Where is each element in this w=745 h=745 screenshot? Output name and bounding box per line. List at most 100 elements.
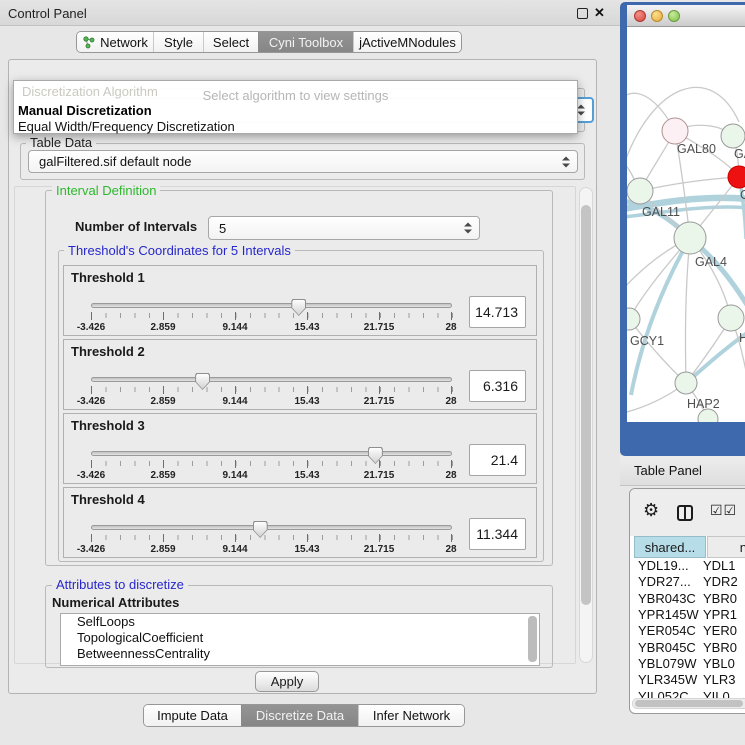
- slider-tick-labels: -3.4262.8599.14415.4321.71528: [91, 322, 452, 334]
- slider-track[interactable]: [91, 525, 452, 530]
- network-edge: [640, 177, 739, 191]
- network-node[interactable]: [627, 308, 640, 330]
- network-node-label: GCY1: [630, 334, 664, 348]
- zoom-traffic-light-icon[interactable]: [668, 10, 680, 22]
- network-node[interactable]: [721, 124, 745, 148]
- network-node[interactable]: [718, 305, 744, 331]
- table-data-label: Table Data: [26, 136, 96, 150]
- gear-icon[interactable]: ⚙: [643, 500, 659, 521]
- threshold-1-label: Threshold 1: [71, 270, 145, 285]
- option-manual-discretization[interactable]: Manual Discretization: [18, 103, 152, 118]
- slider-tick-label: 21.715: [364, 396, 395, 407]
- tab-infer-network[interactable]: Infer Network: [358, 705, 464, 726]
- interval-definition-title: Interval Definition: [52, 184, 160, 198]
- network-view-window[interactable]: GAL80 GA C GAL11 GAL4 GCY1 H HAP2: [620, 2, 745, 456]
- table-row[interactable]: YLR345WYLR3: [630, 672, 745, 688]
- tab-jactivemnodules[interactable]: jActiveMNodules: [353, 32, 461, 52]
- tab-select[interactable]: Select: [203, 32, 258, 52]
- table-row[interactable]: YBL079WYBL0: [630, 656, 745, 672]
- numerical-attributes-label: Numerical Attributes: [52, 595, 179, 610]
- float-window-icon[interactable]: [577, 8, 588, 19]
- tab-network[interactable]: Network: [77, 32, 153, 52]
- control-panel-tabs: Network Style Select Cyni Toolbox jActiv…: [76, 31, 462, 53]
- network-node[interactable]: [674, 222, 706, 254]
- slider-track[interactable]: [91, 377, 452, 382]
- slider-major-ticks: [91, 534, 453, 542]
- columns-icon[interactable]: [677, 505, 693, 521]
- table-data-combobox[interactable]: galFiltered.sif default node: [28, 150, 578, 173]
- slider-tick-label: 9.144: [222, 396, 247, 407]
- table-row[interactable]: YER054CYER0: [630, 623, 745, 639]
- threshold-2-slider[interactable]: -3.4262.8599.14415.4321.71528: [91, 372, 452, 410]
- vertical-scrollbar[interactable]: [579, 187, 593, 663]
- column-header-name[interactable]: na: [707, 536, 745, 558]
- table-row[interactable]: YDL19...YDL1: [630, 558, 745, 574]
- tab-style-label: Style: [164, 35, 193, 50]
- attributes-group-title: Attributes to discretize: [52, 578, 188, 592]
- cell: YBR0: [703, 640, 737, 656]
- cell: YBR0: [703, 591, 737, 607]
- number-of-intervals-value: 5: [219, 221, 226, 236]
- table-data-value: galFiltered.sif default node: [39, 154, 191, 169]
- slider-track[interactable]: [91, 303, 452, 308]
- cell: YBR045C: [638, 640, 696, 656]
- close-traffic-light-icon[interactable]: [634, 10, 646, 22]
- column-header-shared[interactable]: shared...: [634, 536, 706, 558]
- close-icon[interactable]: ✕: [594, 5, 605, 21]
- scrollbar-thumb[interactable]: [581, 205, 591, 605]
- slider-tick-label: -3.426: [77, 396, 105, 407]
- apply-button[interactable]: Apply: [255, 671, 319, 692]
- threshold-1-slider[interactable]: -3.4262.8599.14415.4321.71528: [91, 298, 452, 336]
- threshold-4-label: Threshold 4: [71, 492, 145, 507]
- list-item[interactable]: SelfLoops: [61, 614, 539, 630]
- network-node[interactable]: [675, 372, 697, 394]
- slider-tick-label: 28: [445, 396, 456, 407]
- threshold-4-value-field[interactable]: 11.344: [469, 518, 526, 550]
- slider-tick-labels: -3.4262.8599.14415.4321.71528: [91, 396, 452, 408]
- attributes-list[interactable]: SelfLoops TopologicalCoefficient Between…: [60, 613, 540, 666]
- network-canvas[interactable]: GAL80 GA C GAL11 GAL4 GCY1 H HAP2: [627, 27, 745, 422]
- option-equal-width-frequency[interactable]: Equal Width/Frequency Discretization: [18, 119, 235, 134]
- network-node-selected[interactable]: [728, 166, 745, 188]
- checkbox-icons[interactable]: ☑☑: [710, 502, 737, 519]
- threshold-1-value-field[interactable]: 14.713: [469, 296, 526, 328]
- cell: YLR3: [703, 672, 736, 688]
- threshold-3-slider[interactable]: -3.4262.8599.14415.4321.71528: [91, 446, 452, 484]
- slider-tick-label: 15.43: [294, 396, 319, 407]
- threshold-3-value-field[interactable]: 21.4: [469, 444, 526, 476]
- minimize-traffic-light-icon[interactable]: [651, 10, 663, 22]
- cell: YBL0: [703, 656, 735, 672]
- slider-tick-label: 9.144: [222, 544, 247, 555]
- table-row[interactable]: YPR145WYPR1: [630, 607, 745, 623]
- algorithm-dropdown-popup: Discretization Algorithm Select algorith…: [13, 80, 578, 134]
- tab-impute-data-label: Impute Data: [157, 708, 228, 723]
- threshold-2-value-field[interactable]: 6.316: [469, 370, 526, 402]
- horizontal-scrollbar[interactable]: [632, 698, 745, 709]
- tab-style[interactable]: Style: [153, 32, 203, 52]
- table-row[interactable]: YBR045C YBR0: [630, 640, 745, 656]
- combo-arrows-icon: [577, 104, 585, 117]
- slider-tick-label: 2.859: [150, 470, 175, 481]
- list-scrollbar-thumb[interactable]: [528, 616, 537, 662]
- tab-cyni-toolbox[interactable]: Cyni Toolbox: [258, 32, 353, 52]
- list-item[interactable]: BetweennessCentrality: [61, 646, 539, 662]
- cell: YDR2: [703, 574, 738, 590]
- table-row[interactable]: YBR043CYBR0: [630, 591, 745, 607]
- tab-cyni-toolbox-label: Cyni Toolbox: [269, 35, 343, 50]
- threshold-2-panel: Threshold 2 -3.4262.8599.14415.4321.7152…: [63, 339, 537, 410]
- slider-tick-label: 21.715: [364, 322, 395, 333]
- slider-tick-label: -3.426: [77, 544, 105, 555]
- slider-tick-label: 15.43: [294, 470, 319, 481]
- slider-tick-label: 2.859: [150, 322, 175, 333]
- list-item[interactable]: TopologicalCoefficient: [61, 630, 539, 646]
- scrollbar-thumb[interactable]: [635, 700, 743, 707]
- network-graph: GAL80 GA C GAL11 GAL4 GCY1 H HAP2: [627, 27, 745, 422]
- slider-track[interactable]: [91, 451, 452, 456]
- network-node[interactable]: [662, 118, 688, 144]
- tab-discretize-data[interactable]: Discretize Data: [241, 705, 358, 726]
- table-row[interactable]: YDR27...YDR2: [630, 574, 745, 590]
- tab-impute-data[interactable]: Impute Data: [144, 705, 241, 726]
- network-node[interactable]: [627, 178, 653, 204]
- threshold-4-slider[interactable]: -3.4262.8599.14415.4321.71528: [91, 520, 452, 558]
- number-of-intervals-combobox[interactable]: 5: [208, 216, 480, 240]
